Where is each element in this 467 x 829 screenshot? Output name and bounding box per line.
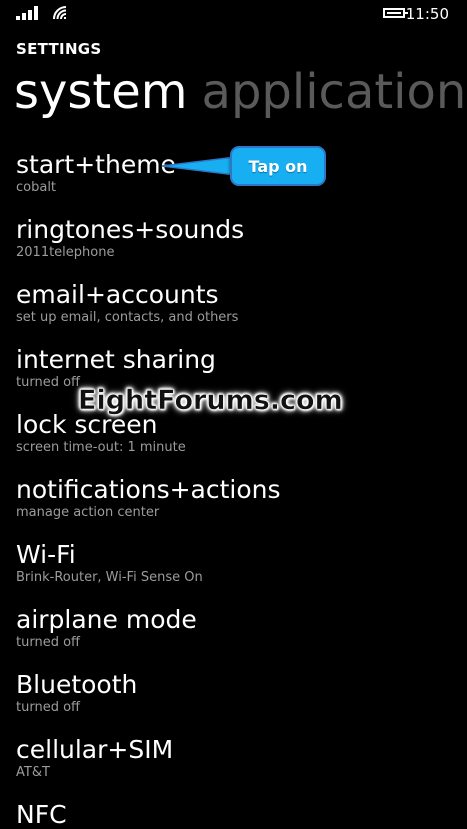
setting-wifi[interactable]: Wi-Fi Brink-Router, Wi-Fi Sense On <box>16 540 456 605</box>
setting-ringtones-sounds[interactable]: ringtones+sounds 2011telephone <box>16 215 456 280</box>
battery-icon <box>383 8 408 18</box>
phone-screen: 11:50 SETTINGS system applications start+… <box>0 0 467 829</box>
setting-title: notifications+actions <box>16 475 281 504</box>
setting-title: NFC <box>16 800 67 829</box>
tap-on-callout: Tap on <box>230 146 326 186</box>
settings-list: start+theme cobalt ringtones+sounds 2011… <box>16 150 456 829</box>
setting-subtitle: manage action center <box>16 505 160 520</box>
setting-subtitle: Brink-Router, Wi-Fi Sense On <box>16 570 203 585</box>
setting-subtitle: turned off <box>16 700 80 715</box>
setting-subtitle: AT&T <box>16 765 50 780</box>
setting-title: Wi-Fi <box>16 540 76 569</box>
pivot-header: system applications <box>14 64 467 124</box>
setting-internet-sharing[interactable]: internet sharing turned off <box>16 345 456 410</box>
setting-nfc[interactable]: NFC <box>16 800 456 829</box>
setting-lock-screen[interactable]: lock screen screen time-out: 1 minute <box>16 410 456 475</box>
setting-subtitle: screen time-out: 1 minute <box>16 440 186 455</box>
setting-title: cellular+SIM <box>16 735 174 764</box>
setting-cellular-sim[interactable]: cellular+SIM AT&T <box>16 735 456 800</box>
setting-email-accounts[interactable]: email+accounts set up email, contacts, a… <box>16 280 456 345</box>
setting-title: email+accounts <box>16 280 219 309</box>
setting-subtitle: set up email, contacts, and others <box>16 310 239 325</box>
tab-applications[interactable]: applications <box>202 64 467 120</box>
status-bar: 11:50 <box>0 0 467 28</box>
setting-title: lock screen <box>16 410 158 439</box>
status-time: 11:50 <box>405 5 449 23</box>
setting-bluetooth[interactable]: Bluetooth turned off <box>16 670 456 735</box>
wifi-icon <box>53 6 67 20</box>
setting-title: Bluetooth <box>16 670 138 699</box>
setting-notifications-actions[interactable]: notifications+actions manage action cent… <box>16 475 456 540</box>
setting-subtitle: turned off <box>16 635 80 650</box>
callout-pointer <box>162 156 236 176</box>
page-title: SETTINGS <box>16 40 102 58</box>
setting-title: internet sharing <box>16 345 216 374</box>
setting-subtitle: turned off <box>16 375 80 390</box>
signal-bars-icon <box>16 6 42 20</box>
tab-system[interactable]: system <box>14 64 188 120</box>
setting-airplane-mode[interactable]: airplane mode turned off <box>16 605 456 670</box>
setting-title: ringtones+sounds <box>16 215 245 244</box>
setting-subtitle: 2011telephone <box>16 245 115 260</box>
setting-title: airplane mode <box>16 605 197 634</box>
